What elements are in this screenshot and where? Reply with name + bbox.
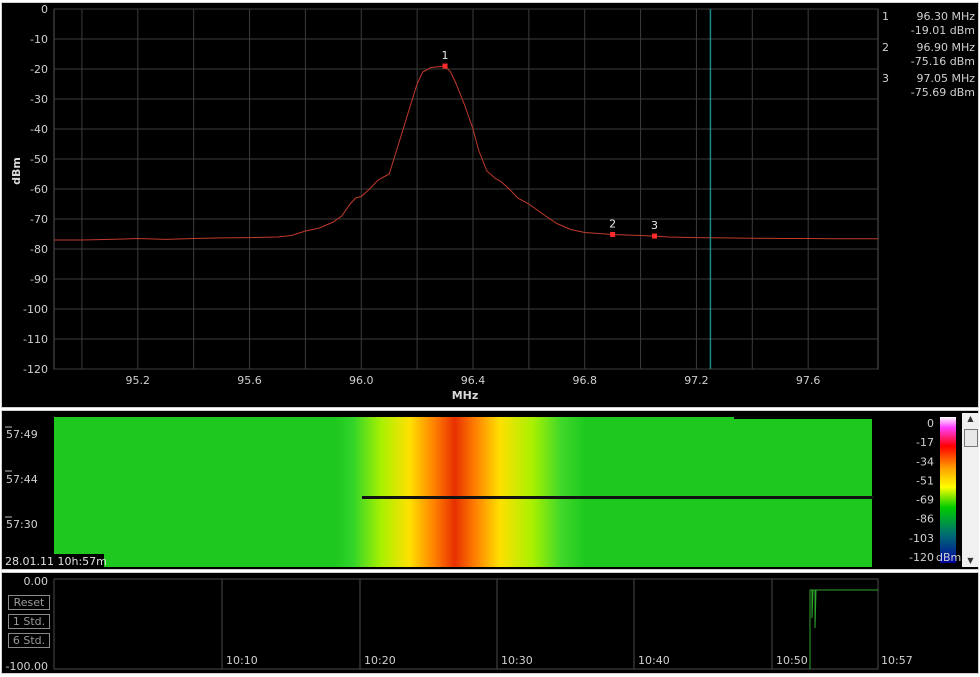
scroll-thumb[interactable] xyxy=(964,429,978,447)
marker-label: 1 xyxy=(442,49,449,62)
y-tick-label: -60 xyxy=(30,183,48,196)
marker-table-id: 1 xyxy=(882,10,889,23)
y-tick-label: -30 xyxy=(30,93,48,106)
history-panel: 0.00 -100.00 10:10 10:20 10:30 10:40 10:50 10… xyxy=(1,572,979,674)
y-tick-label: 0 xyxy=(41,3,48,16)
y-tick-label: -50 xyxy=(30,153,48,166)
waterfall-chart[interactable]: 57:49 57:44 57:30 28.01.11 10h:57m 0 -17 -… xyxy=(2,411,978,569)
y-tick-label: -20 xyxy=(30,63,48,76)
one-std-button[interactable]: 1 Std. xyxy=(8,614,50,629)
scroll-up-icon[interactable]: ▲ xyxy=(962,413,979,425)
marker-point[interactable] xyxy=(442,63,448,69)
waterfall-heatmap xyxy=(54,417,872,567)
marker-label: 2 xyxy=(609,217,616,230)
marker-table-freq: 97.05 MHz xyxy=(916,72,975,85)
scroll-down-icon[interactable]: ▼ xyxy=(962,555,979,567)
history-x-tick-label: 10:57 xyxy=(881,654,913,667)
marker-table-level: -75.69 dBm xyxy=(911,86,975,99)
waterfall-panel: 57:49 57:44 57:30 28.01.11 10h:57m 0 -17 -… xyxy=(1,410,979,570)
colorbar-tick-label: 0 xyxy=(927,417,934,430)
marker-table-freq: 96.30 MHz xyxy=(916,10,975,23)
marker-label: 3 xyxy=(651,219,658,232)
colorbar-tick-label: -17 xyxy=(916,436,934,449)
x-tick-label: 96.0 xyxy=(349,374,374,387)
history-x-tick-label: 10:50 xyxy=(776,654,808,667)
history-x-tick-label: 10:30 xyxy=(501,654,533,667)
waterfall-black-row xyxy=(362,496,874,499)
waterfall-top-gap xyxy=(734,416,874,419)
waterfall-time-labels: 57:49 57:44 57:30 xyxy=(5,426,38,531)
history-x-tick-label: 10:10 xyxy=(226,654,258,667)
time-label: 57:44 xyxy=(6,473,38,486)
y-tick-label: -10 xyxy=(30,33,48,46)
marker-table-level: -19.01 dBm xyxy=(911,24,975,37)
marker-table-freq: 96.90 MHz xyxy=(916,41,975,54)
marker-table-id: 2 xyxy=(882,41,889,54)
y-tick-label: -80 xyxy=(30,243,48,256)
marker-table-id: 3 xyxy=(882,72,889,85)
y-axis-label: dBm xyxy=(10,157,23,185)
x-tick-label: 97.6 xyxy=(796,374,821,387)
y-tick-label: -40 xyxy=(30,123,48,136)
reset-button[interactable]: Reset xyxy=(8,595,50,610)
colorbar-tick-label: -69 xyxy=(916,494,934,507)
y-tick-label: -70 xyxy=(30,213,48,226)
colorbar-tick-label: -120 xyxy=(909,551,934,564)
six-std-button[interactable]: 6 Std. xyxy=(8,633,50,648)
colorbar-tick-label: -51 xyxy=(916,474,934,487)
x-tick-label: 95.6 xyxy=(237,374,262,387)
spectrum-panel: 0 -10 -20 -30 -40 -50 -60 -70 -80 -90 -100 -110 -120… xyxy=(1,2,979,408)
time-label: 57:30 xyxy=(6,518,38,531)
colorbar-unit: dBm xyxy=(936,551,961,564)
marker-table-level: -75.16 dBm xyxy=(911,55,975,68)
waterfall-timestamp: 28.01.11 10h:57m xyxy=(5,555,107,568)
history-chart[interactable]: 0.00 -100.00 10:10 10:20 10:30 10:40 10:50 10… xyxy=(2,573,978,673)
history-x-tick-label: 10:40 xyxy=(638,654,670,667)
x-tick-label: 96.8 xyxy=(572,374,597,387)
time-label: 57:49 xyxy=(6,428,38,441)
x-tick-label: 96.4 xyxy=(461,374,486,387)
colorbar-tick-label: -86 xyxy=(916,513,934,526)
colorbar-tick-label: -103 xyxy=(909,532,934,545)
spectrum-chart[interactable]: 0 -10 -20 -30 -40 -50 -60 -70 -80 -90 -100 -110 -120… xyxy=(2,3,978,407)
marker-point[interactable] xyxy=(610,231,616,237)
marker-point[interactable] xyxy=(652,233,658,239)
history-y-top: 0.00 xyxy=(24,575,49,588)
colorbar-tick-label: -34 xyxy=(916,455,934,468)
x-tick-label: 97.2 xyxy=(684,374,709,387)
history-x-tick-label: 10:20 xyxy=(364,654,396,667)
x-tick-label: 95.2 xyxy=(126,374,151,387)
x-axis-label: MHz xyxy=(452,389,479,402)
y-tick-label: -120 xyxy=(23,363,48,376)
y-tick-label: -100 xyxy=(23,303,48,316)
history-y-bottom: -100.00 xyxy=(6,660,48,673)
colorbar xyxy=(940,417,956,563)
y-tick-label: -90 xyxy=(30,273,48,286)
y-tick-label: -110 xyxy=(23,333,48,346)
